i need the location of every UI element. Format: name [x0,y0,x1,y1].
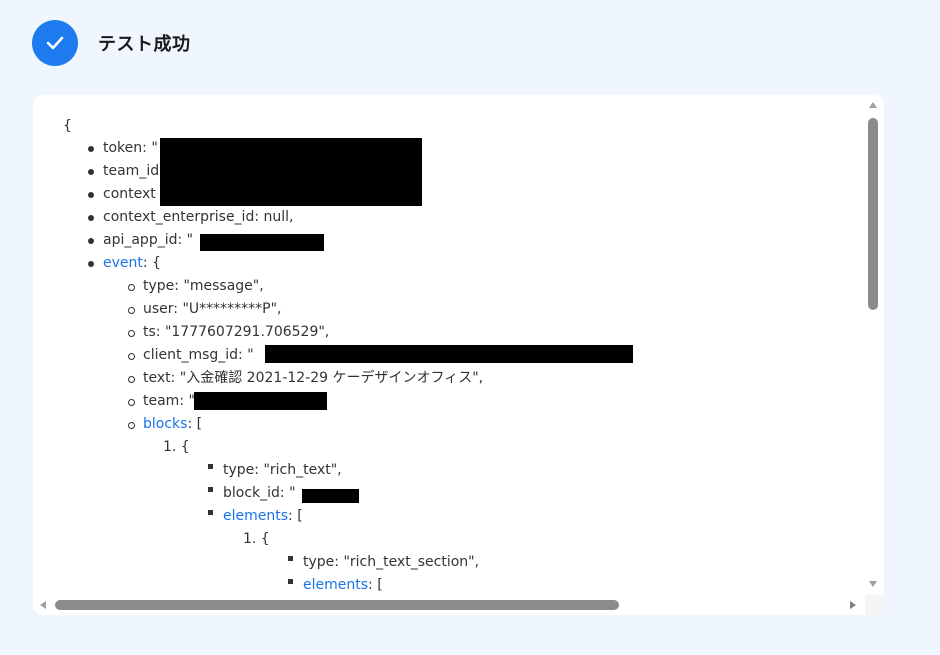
element-elements-field: elements: [ [303,574,383,595]
scroll-left-arrow-icon[interactable] [40,601,46,609]
api-app-id-field: api_app_id: " [103,232,194,248]
team-id-field: team_id [103,163,160,179]
bullet [128,422,135,429]
blocks-suffix: : [ [187,416,203,432]
redaction-block [160,138,422,206]
test-result-header: テスト成功 [32,20,191,66]
bullet [208,487,213,492]
event-text-field: text: "入金確認 2021-12-29 ケーデザインオフィス", [143,370,484,386]
blocks-key-link[interactable]: blocks [143,416,187,432]
event-type-field: type: "message", [143,278,264,294]
redaction-block [200,234,324,251]
page-title: テスト成功 [98,34,191,55]
token-field: token: " [103,140,158,156]
nested-elements-suffix: : [ [368,577,383,593]
bullet [208,464,213,469]
event-key-link[interactable]: event [103,255,143,271]
bullet [88,169,94,175]
bullet [88,146,94,152]
scroll-down-arrow-icon[interactable] [869,581,877,587]
json-open-brace: { [63,118,72,134]
block-elements-field: elements: [ [223,505,303,528]
elements-key-link[interactable]: elements [223,508,288,524]
bullet [128,284,135,291]
scroll-right-arrow-icon[interactable] [850,601,856,609]
vertical-scrollbar[interactable] [865,95,884,595]
bullet [88,238,94,244]
event-ts-field: ts: "1777607291.706529", [143,324,330,340]
event-user-field: user: "U*********P", [143,301,282,317]
event-suffix: : { [142,255,161,271]
bullet [288,579,293,584]
horizontal-scrollbar-thumb[interactable] [55,600,619,610]
element-type-field: type: "rich_text_section", [303,554,480,570]
element-1-index: 1. { [243,531,270,547]
bullet [208,510,213,515]
nested-elements-key-link[interactable]: elements [303,577,368,593]
bullet [88,215,94,221]
event-client-msg-id-field: client_msg_id: " [143,347,254,363]
horizontal-scrollbar[interactable] [33,595,865,615]
event-blocks-field: blocks: [ [143,413,202,436]
bullet [128,399,135,406]
bullet [128,307,135,314]
block-1-index: 1. { [163,439,190,455]
bullet [288,556,293,561]
redaction-block [194,392,327,410]
json-tree: { token: " team_id context context_enter… [33,95,865,595]
bullet [128,353,135,360]
redaction-block [302,489,359,503]
bullet [88,192,94,198]
redaction-block [265,345,633,363]
scroll-up-arrow-icon[interactable] [869,102,877,108]
bullet [88,261,94,267]
context-enterprise-id-field: context_enterprise_id: null, [103,209,294,225]
context-field: context [103,186,156,202]
json-result-panel: { token: " team_id context context_enter… [33,95,884,615]
block-id-field: block_id: " [223,485,296,501]
bullet [128,330,135,337]
bullet [128,376,135,383]
event-team-field: team: " [143,393,195,409]
scrollbar-corner [865,595,884,615]
vertical-scrollbar-thumb[interactable] [868,118,878,310]
success-badge [32,20,78,66]
event-field: event: { [103,252,161,275]
block-type-field: type: "rich_text", [223,462,342,478]
check-icon [46,36,64,50]
elements-suffix: : [ [288,508,303,524]
